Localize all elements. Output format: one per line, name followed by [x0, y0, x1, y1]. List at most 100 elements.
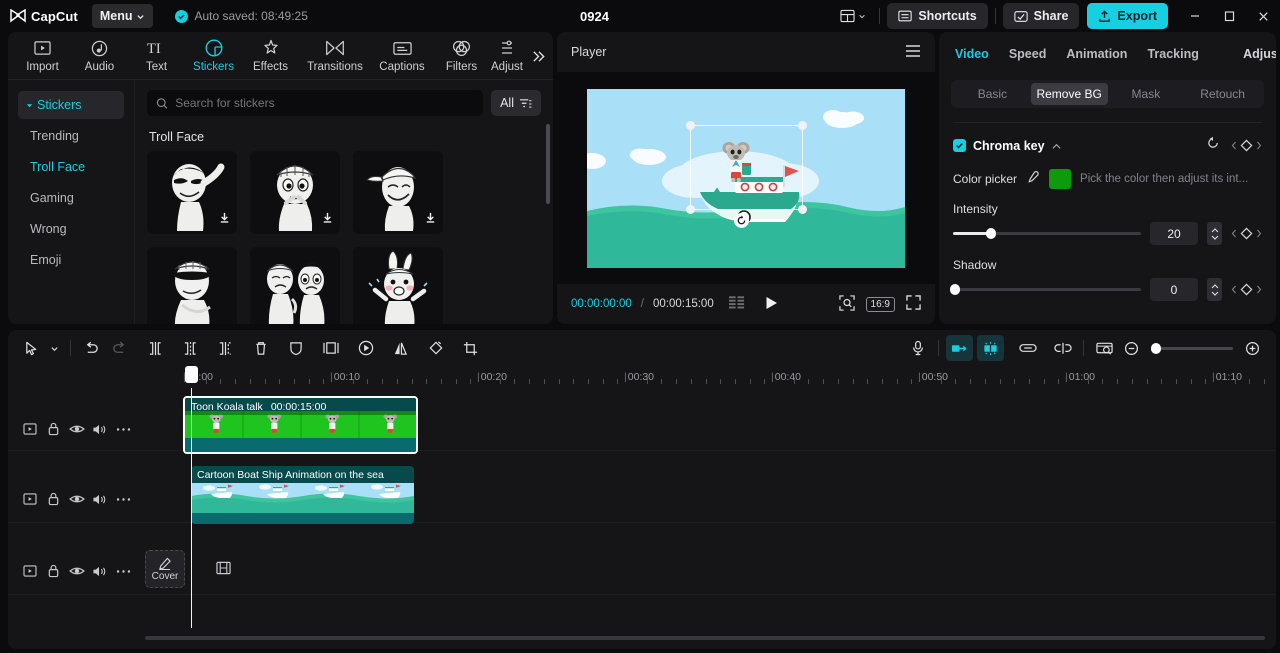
magnet-snap-button[interactable]	[946, 335, 973, 361]
sticker-category-troll-face[interactable]: Troll Face	[18, 153, 124, 181]
timeline-clip-video[interactable]: Toon Koala talk 00:00:15:00	[183, 396, 418, 454]
share-button[interactable]: Share	[1002, 3, 1080, 29]
unlink-button[interactable]	[1049, 335, 1076, 361]
tool-tab-adjust[interactable]: Adjust	[490, 39, 524, 73]
keyframe-control[interactable]	[1231, 139, 1262, 152]
fullscreen-button[interactable]	[906, 295, 921, 313]
sticker-scrollbar[interactable]	[546, 124, 550, 204]
volume-icon[interactable]	[88, 488, 111, 510]
rotate-button[interactable]	[422, 335, 449, 361]
volume-icon[interactable]	[88, 418, 111, 440]
intensity-stepper[interactable]	[1207, 222, 1222, 245]
close-button[interactable]	[1246, 0, 1280, 32]
search-input[interactable]	[175, 96, 475, 110]
tab-tracking[interactable]: Tracking	[1147, 47, 1198, 61]
intensity-knob[interactable]	[985, 228, 996, 239]
sticker-item[interactable]	[147, 247, 237, 324]
sticker-item[interactable]	[353, 247, 443, 324]
play-button[interactable]	[765, 296, 778, 313]
delete-button[interactable]	[247, 335, 274, 361]
selection-bounding-box[interactable]	[686, 120, 807, 214]
eye-icon[interactable]	[65, 418, 88, 440]
freeze-button[interactable]	[282, 335, 309, 361]
sticker-item[interactable]	[353, 151, 443, 234]
download-icon[interactable]	[321, 211, 334, 229]
tool-tab-captions[interactable]: Captions	[371, 39, 433, 73]
zoom-to-fit-button[interactable]	[838, 294, 855, 314]
volume-icon[interactable]	[88, 560, 111, 582]
download-icon[interactable]	[424, 211, 437, 229]
preview-frames-button[interactable]	[1091, 335, 1118, 361]
split-button[interactable]	[142, 335, 169, 361]
speed-button[interactable]	[352, 335, 379, 361]
timeline-ruler[interactable]: 00:00 00:10 00:20 00:30 00:40 00:50 01:0…	[135, 366, 1276, 388]
sticker-category-wrong[interactable]: Wrong	[18, 215, 124, 243]
aspect-ratio-button[interactable]: 16:9	[865, 296, 895, 312]
shadow-stepper[interactable]	[1207, 278, 1222, 301]
segment-retouch[interactable]: Retouch	[1184, 83, 1261, 105]
tab-speed[interactable]: Speed	[1009, 47, 1047, 61]
auto-arrange-button[interactable]	[977, 335, 1004, 361]
sticker-category-gaming[interactable]: Gaming	[18, 184, 124, 212]
download-icon[interactable]	[218, 211, 231, 229]
maximize-button[interactable]	[1212, 0, 1246, 32]
cover-button[interactable]: Cover	[145, 550, 185, 588]
timeline-zoom-slider[interactable]	[1151, 342, 1233, 354]
timeline-clip-background[interactable]: Cartoon Boat Ship Animation on the sea	[191, 466, 414, 524]
timeline-zoom-knob[interactable]	[1151, 342, 1161, 354]
intensity-keyframe[interactable]	[1231, 227, 1262, 240]
sticker-category-stickers[interactable]: Stickers	[18, 91, 124, 119]
sticker-item[interactable]	[250, 151, 340, 234]
flip-button[interactable]	[387, 335, 414, 361]
reset-button[interactable]	[1206, 136, 1220, 155]
video-canvas[interactable]	[587, 88, 905, 268]
zoom-in-button[interactable]	[1239, 335, 1266, 361]
layout-button[interactable]	[834, 4, 872, 28]
add-cover-frame-button[interactable]	[216, 561, 231, 580]
tab-adjust[interactable]: Adjust	[1243, 47, 1276, 61]
shadow-knob[interactable]	[950, 284, 960, 295]
zoom-out-button[interactable]	[1118, 335, 1145, 361]
video-track-icon[interactable]	[18, 418, 41, 440]
tool-tab-text[interactable]: TI Text	[128, 39, 185, 72]
shadow-keyframe[interactable]	[1231, 283, 1262, 296]
chroma-key-collapse-button[interactable]	[1052, 137, 1061, 155]
sticker-item[interactable]	[250, 247, 340, 324]
sticker-item[interactable]	[147, 151, 237, 234]
select-tool-button[interactable]	[18, 335, 45, 361]
lock-icon[interactable]	[41, 488, 64, 510]
chroma-key-checkbox[interactable]	[953, 139, 966, 152]
resize-handle-tr[interactable]	[798, 120, 807, 130]
playhead[interactable]	[191, 388, 192, 628]
shadow-value[interactable]: 0	[1150, 278, 1198, 301]
redo-button[interactable]	[105, 335, 132, 361]
lock-icon[interactable]	[41, 560, 64, 582]
tool-tab-filters[interactable]: Filters	[433, 39, 490, 73]
link-button[interactable]	[1014, 335, 1041, 361]
expand-tools-button[interactable]	[527, 45, 549, 67]
resize-handle-bl[interactable]	[686, 204, 695, 214]
shortcuts-button[interactable]: Shortcuts	[887, 3, 988, 29]
video-track-icon[interactable]	[18, 560, 41, 582]
minimize-button[interactable]	[1178, 0, 1212, 32]
tool-tab-import[interactable]: Import	[14, 39, 71, 73]
tool-tab-audio[interactable]: Audio	[71, 39, 128, 73]
playhead-grip[interactable]	[185, 366, 198, 383]
split-right-button[interactable]	[212, 335, 239, 361]
segment-mask[interactable]: Mask	[1108, 83, 1185, 105]
resize-handle-br[interactable]	[798, 204, 807, 214]
tool-tab-transitions[interactable]: Transitions	[299, 39, 371, 73]
export-button[interactable]: Export	[1087, 3, 1168, 29]
video-track-icon[interactable]	[18, 488, 41, 510]
eye-icon[interactable]	[65, 560, 88, 582]
shadow-slider[interactable]	[950, 284, 1141, 295]
eyedropper-button[interactable]	[1026, 170, 1040, 189]
eye-icon[interactable]	[65, 488, 88, 510]
more-icon[interactable]	[112, 418, 135, 440]
crop-button[interactable]	[457, 335, 484, 361]
tool-tab-effects[interactable]: Effects	[242, 39, 299, 73]
resize-handle-tl[interactable]	[686, 120, 695, 130]
more-icon[interactable]	[112, 488, 135, 510]
more-icon[interactable]	[112, 560, 135, 582]
frame-step-button[interactable]	[728, 296, 746, 312]
